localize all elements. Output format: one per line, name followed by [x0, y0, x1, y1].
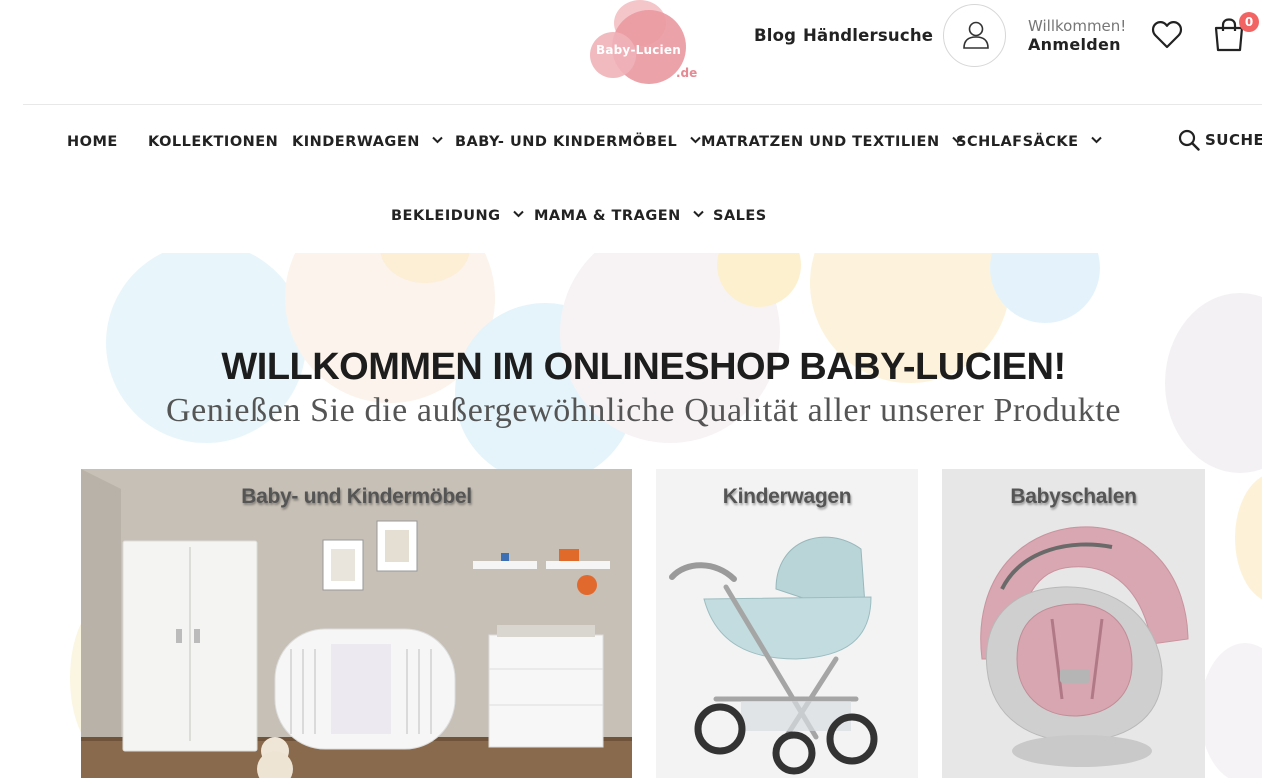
- search-button[interactable]: SUCHE: [1178, 129, 1262, 156]
- nav-item-label: BABY- UND KINDERMÖBEL: [455, 134, 678, 150]
- nav-item-mama-carrying[interactable]: MAMA & TRAGEN: [534, 208, 705, 224]
- logo-domain: .de: [676, 66, 698, 80]
- dealer-search-link[interactable]: Händlersuche: [803, 26, 933, 45]
- login-link[interactable]: Anmelden: [1028, 35, 1121, 54]
- nav-item-home[interactable]: HOME: [67, 134, 118, 150]
- nav-item-label: MATRATZEN UND TEXTILIEN: [701, 134, 940, 150]
- category-tile-furniture[interactable]: Baby- und Kindermöbel: [81, 469, 632, 778]
- category-label: Babyschalen: [1010, 485, 1137, 508]
- nav-item-sales[interactable]: SALES: [713, 208, 767, 224]
- category-label: Kinderwagen: [722, 485, 852, 508]
- category-tile-strollers[interactable]: Kinderwagen: [656, 469, 918, 778]
- cart-count-badge: 0: [1239, 12, 1259, 32]
- nav-item-label: SALES: [713, 208, 767, 224]
- chevron-down-icon: [432, 136, 444, 144]
- site-header: Baby-Lucien .de Blog Händlersuche Willko…: [0, 0, 1262, 104]
- user-icon: [963, 21, 989, 49]
- nav-item-label: MAMA & TRAGEN: [534, 208, 681, 224]
- nav-item-strollers[interactable]: KINDERWAGEN: [292, 134, 444, 150]
- decorative-bubble: [1200, 643, 1262, 778]
- chevron-down-icon: [690, 136, 701, 144]
- chevron-down-icon: [693, 210, 705, 218]
- welcome-text: Willkommen!: [1028, 17, 1127, 35]
- nav-item-label: KOLLEKTIONEN: [148, 134, 279, 150]
- category-label: Baby- und Kindermöbel: [241, 485, 472, 508]
- account-button[interactable]: [943, 4, 1006, 67]
- nav-item-label: SCHLAFSÄCKE: [956, 134, 1079, 150]
- search-label: SUCHE: [1205, 131, 1262, 149]
- nav-item-furniture[interactable]: BABY- UND KINDERMÖBEL: [455, 134, 701, 150]
- chevron-down-icon: [513, 210, 524, 218]
- blog-link[interactable]: Blog: [754, 26, 796, 45]
- decorative-bubble: [1235, 473, 1262, 603]
- nav-item-label: HOME: [67, 134, 118, 150]
- nav-item-clothing[interactable]: BEKLEIDUNG: [391, 208, 524, 224]
- hero-title: WILLKOMMEN IM ONLINESHOP BABY-LUCIEN!: [221, 346, 1066, 388]
- chevron-down-icon: [1091, 136, 1102, 144]
- nav-item-mattresses[interactable]: MATRATZEN UND TEXTILIEN: [701, 134, 963, 150]
- stroller-illustration: [656, 469, 918, 778]
- logo-text: Baby-Lucien: [596, 43, 681, 57]
- nav-item-label: BEKLEIDUNG: [391, 208, 501, 224]
- furniture-room-illustration: [81, 469, 632, 778]
- decorative-bubble: [990, 253, 1100, 323]
- heart-icon[interactable]: [1151, 20, 1183, 50]
- site-logo[interactable]: Baby-Lucien .de: [586, 0, 702, 88]
- nav-item-sleeping-bags[interactable]: SCHLAFSÄCKE: [956, 134, 1102, 150]
- nav-item-collections[interactable]: KOLLEKTIONEN: [148, 134, 278, 150]
- car-seat-illustration: [942, 469, 1205, 778]
- header-divider: [23, 104, 1262, 105]
- nav-item-label: KINDERWAGEN: [292, 134, 420, 150]
- hero-subtitle: Genießen Sie die außergewöhnliche Qualit…: [165, 392, 1122, 429]
- category-tile-car-seats[interactable]: Babyschalen: [942, 469, 1205, 778]
- search-icon: [1178, 129, 1200, 151]
